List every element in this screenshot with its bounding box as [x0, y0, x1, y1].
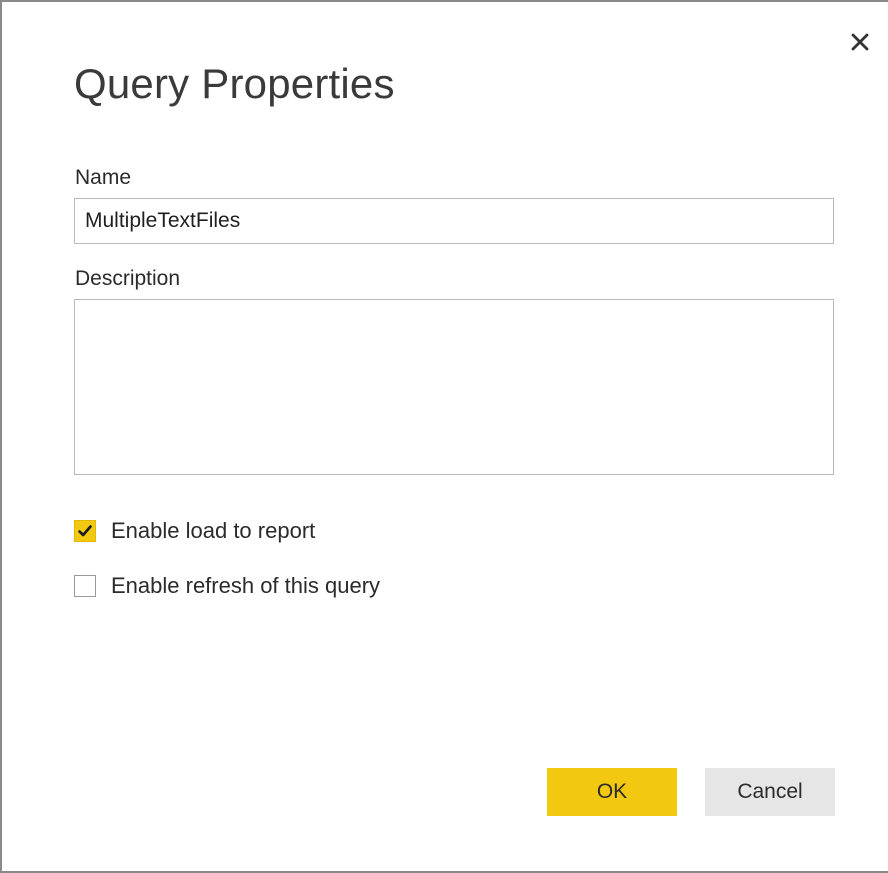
checkmark-icon [78, 525, 92, 537]
description-textarea[interactable] [74, 299, 834, 475]
enable-load-label: Enable load to report [111, 518, 316, 543]
dialog-title: Query Properties [74, 60, 395, 107]
enable-load-checkbox[interactable] [74, 520, 96, 542]
enable-refresh-checkbox[interactable] [74, 575, 96, 597]
close-button[interactable] [842, 24, 878, 60]
name-input[interactable]: MultipleTextFiles [74, 198, 834, 244]
ok-button[interactable]: OK [547, 768, 677, 816]
close-icon [851, 33, 869, 51]
enable-refresh-option[interactable]: Enable refresh of this query [74, 573, 380, 599]
enable-load-option[interactable]: Enable load to report [74, 518, 315, 544]
name-label: Name [75, 166, 132, 189]
enable-refresh-label: Enable refresh of this query [111, 573, 381, 598]
name-input-value: MultipleTextFiles [85, 209, 241, 232]
description-label: Description [75, 267, 181, 290]
cancel-button[interactable]: Cancel [705, 768, 835, 816]
query-properties-dialog: Query Properties Name MultipleTextFiles … [0, 0, 888, 873]
